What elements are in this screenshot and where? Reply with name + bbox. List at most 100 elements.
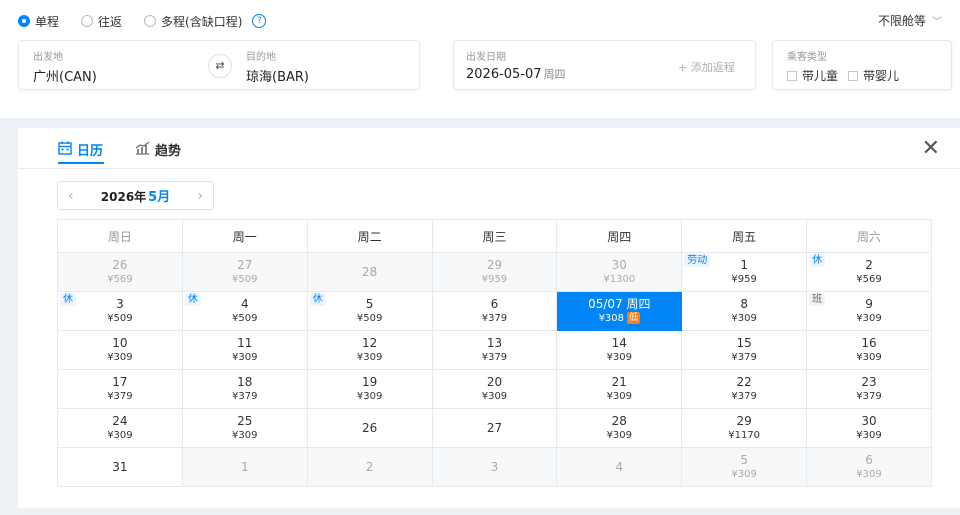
radio-one-way[interactable]: 单程 — [18, 13, 59, 30]
calendar-day-cell[interactable]: 30 ¥1300 — [556, 252, 683, 292]
calendar-day-cell[interactable]: 30 ¥309 — [806, 408, 932, 448]
calendar-day-cell[interactable]: 18 ¥379 — [181, 369, 308, 409]
day-price-line: ¥379 — [58, 390, 182, 403]
arrival-city-field[interactable]: 目的地 琼海(BAR) — [246, 48, 309, 85]
calendar-day-cell[interactable]: 2 — [306, 447, 433, 487]
day-price-line: ¥309 — [557, 351, 681, 364]
weekday-header: 周三 — [431, 219, 558, 253]
calendar-day-cell[interactable]: 休 3 ¥509 — [57, 291, 183, 331]
day-price: ¥1170 — [728, 430, 761, 441]
day-price: ¥309 — [232, 352, 258, 363]
holiday-tag: 休 — [309, 293, 326, 306]
calendar-day-cell[interactable]: 4 — [556, 447, 683, 487]
day-number: 4 — [240, 297, 249, 311]
calendar-day-cell[interactable]: 11 ¥309 — [181, 330, 308, 370]
add-return-button[interactable]: + 添加返程 — [678, 59, 735, 75]
calendar-day-cell[interactable]: 28 — [306, 252, 433, 292]
calendar-day-cell[interactable]: 6 ¥309 — [806, 447, 932, 487]
holiday-tag: 班 — [809, 293, 826, 306]
checkbox-with-infant[interactable]: 带婴儿 — [848, 67, 899, 84]
calendar-day-cell[interactable]: 17 ¥379 — [57, 369, 183, 409]
holiday-tag: 休 — [60, 293, 76, 306]
calendar-day-cell[interactable]: 05/07 周四 ¥308 低 — [556, 291, 683, 331]
radio-dot — [18, 15, 30, 27]
calendar-day-cell[interactable]: 1 — [181, 447, 308, 487]
calendar-day-cell[interactable]: 休 5 ¥509 — [306, 291, 433, 331]
day-price-line: ¥509 — [183, 273, 307, 286]
radio-round-trip[interactable]: 往返 — [81, 13, 122, 30]
day-number: 20 — [486, 375, 503, 389]
day-price: ¥959 — [481, 274, 508, 285]
tab-trend[interactable]: 趋势 — [135, 140, 181, 159]
calendar-day-cell[interactable]: 26 — [306, 408, 433, 448]
month-text: 5月 — [148, 190, 171, 205]
day-price-line: ¥309 — [807, 351, 931, 364]
calendar-day-cell[interactable]: 12 ¥309 — [306, 330, 433, 370]
calendar-day-cell[interactable]: 26 ¥569 — [57, 252, 183, 292]
day-number: 6 — [490, 297, 499, 311]
calendar-day-cell[interactable]: 休 4 ¥509 — [181, 291, 308, 331]
radio-multi-city[interactable]: 多程(含缺口程) — [144, 13, 242, 30]
day-price: ¥309 — [107, 352, 133, 363]
next-month-button[interactable]: › — [197, 188, 203, 204]
help-icon[interactable]: ? — [252, 14, 267, 28]
calendar-day-cell[interactable]: 31 — [57, 447, 183, 487]
cabin-class-dropdown[interactable]: 不限舱等 ﹀ — [878, 12, 942, 29]
close-icon[interactable]: ✕ — [922, 138, 940, 160]
day-price-line: ¥569 — [58, 273, 182, 286]
calendar-day-cell[interactable]: 5 ¥309 — [681, 447, 808, 487]
day-price: ¥309 — [606, 391, 633, 402]
calendar-icon — [58, 141, 72, 159]
calendar-day-cell[interactable]: 14 ¥309 — [556, 330, 683, 370]
calendar-week-row: 31 1 2 3 4 5 ¥309 6 ¥309 — [57, 447, 932, 487]
calendar-day-cell[interactable]: 27 ¥509 — [181, 252, 308, 292]
calendar-day-cell[interactable]: 3 — [431, 447, 558, 487]
day-price: ¥509 — [232, 274, 258, 285]
calendar-day-cell[interactable]: 29 ¥959 — [431, 252, 558, 292]
calendar-day-cell[interactable]: 21 ¥309 — [556, 369, 683, 409]
day-number: 26 — [361, 421, 378, 435]
prev-month-button[interactable]: ‹ — [68, 188, 74, 204]
departure-date-field[interactable]: 出发日期 2026-05-07 周四 — [466, 48, 566, 82]
day-price: ¥1300 — [603, 274, 636, 285]
day-price: ¥309 — [856, 352, 882, 363]
calendar-day-cell[interactable]: 28 ¥309 — [556, 408, 683, 448]
day-number: 3 — [490, 460, 499, 474]
calendar-day-cell[interactable]: 16 ¥309 — [806, 330, 932, 370]
day-price-line: ¥379 — [183, 390, 307, 403]
calendar-day-cell[interactable]: 6 ¥379 — [431, 291, 558, 331]
day-number: 25 — [237, 414, 253, 428]
calendar-day-cell[interactable]: 25 ¥309 — [181, 408, 308, 448]
day-number: 29 — [486, 258, 503, 272]
calendar-day-cell[interactable]: 10 ¥309 — [57, 330, 183, 370]
swap-icon[interactable]: ⇄ — [208, 54, 232, 78]
calendar-day-cell[interactable]: 休 2 ¥569 — [806, 252, 932, 292]
calendar-day-cell[interactable]: 27 — [431, 408, 558, 448]
calendar-day-cell[interactable]: 19 ¥309 — [306, 369, 433, 409]
day-number: 26 — [112, 258, 128, 272]
calendar-day-cell[interactable]: 班 9 ¥309 — [806, 291, 932, 331]
day-number: 15 — [736, 336, 752, 350]
calendar-week-row: 休 3 ¥509 休 4 ¥509 休 5 ¥509 6 ¥379 05/07 周四 ¥308 低 8 ¥30… — [57, 291, 932, 331]
day-price-line: ¥309 — [807, 468, 931, 481]
checkbox-with-child[interactable]: 带儿童 — [787, 67, 838, 84]
passenger-type-field: 乘客类型 带儿童 带婴儿 — [787, 48, 909, 84]
day-price-line: ¥309 — [682, 312, 806, 325]
day-price: ¥309 — [731, 313, 757, 324]
view-tabs: 日历 趋势 — [58, 140, 213, 159]
cabin-class-label: 不限舱等 — [877, 14, 926, 28]
calendar-day-cell[interactable]: 15 ¥379 — [681, 330, 808, 370]
day-number: 12 — [361, 336, 378, 350]
departure-city-field[interactable]: 出发地 广州(CAN) — [33, 48, 97, 85]
calendar-day-cell[interactable]: 22 ¥379 — [681, 369, 808, 409]
calendar-day-cell[interactable]: 劳动 1 ¥959 — [681, 252, 808, 292]
calendar-day-cell[interactable]: 24 ¥309 — [57, 408, 183, 448]
calendar-day-cell[interactable]: 20 ¥309 — [431, 369, 558, 409]
tab-calendar[interactable]: 日历 — [58, 140, 103, 159]
day-price-line: ¥959 — [433, 273, 557, 286]
calendar-day-cell[interactable]: 29 ¥1170 — [681, 408, 808, 448]
calendar-day-cell[interactable]: 23 ¥379 — [806, 369, 932, 409]
day-price: ¥569 — [107, 274, 133, 285]
calendar-day-cell[interactable]: 8 ¥309 — [681, 291, 808, 331]
calendar-day-cell[interactable]: 13 ¥379 — [431, 330, 558, 370]
